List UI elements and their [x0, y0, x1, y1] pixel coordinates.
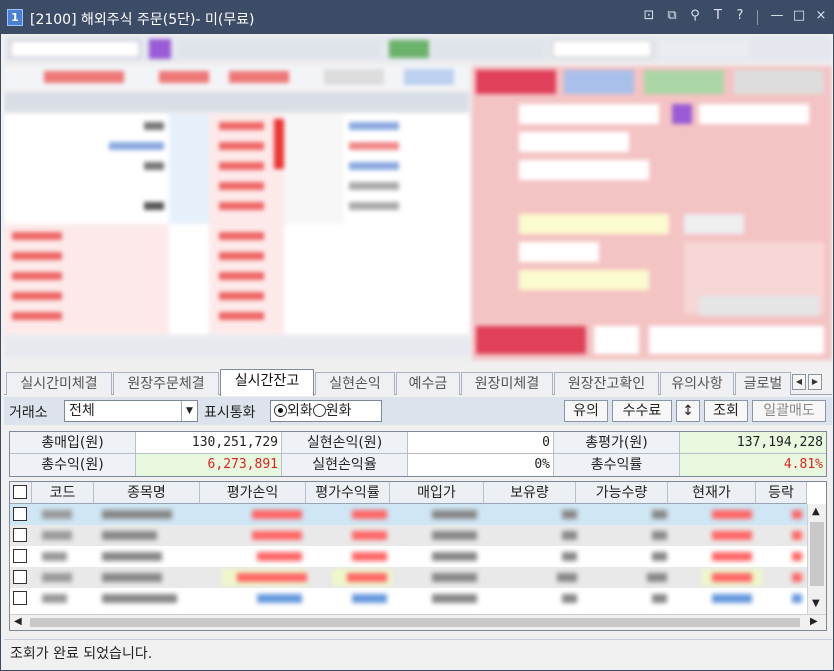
- status-message: 조회가 완료 되었습니다.: [10, 646, 153, 662]
- maximize-icon[interactable]: □: [791, 8, 807, 23]
- total-buy-label: 총매입(원): [10, 432, 136, 454]
- tab-bar: 실시간미체결 원장주문체결 실시간잔고 실현손익 예수금 원장미체결 원장잔고확…: [4, 369, 832, 396]
- title-bar: 1 [2100] 해외주식 주문(5단)- 미(무료) ⊡ ⧉ ⚲ T ? — …: [1, 1, 833, 34]
- tab-notes[interactable]: 유의사항: [660, 372, 734, 395]
- close-icon[interactable]: ×: [813, 8, 829, 23]
- tab-ledger-balance-check[interactable]: 원장잔고확인: [554, 372, 659, 395]
- row-checkbox-icon[interactable]: [13, 507, 27, 521]
- table-row[interactable]: [10, 546, 807, 567]
- filter-toolbar: 거래소 전체 ▼ 표시통화 외화 원화 유의 수수료 ↕ 조회 일괄매도: [4, 397, 832, 425]
- copy-window-icon[interactable]: ⧉: [664, 8, 680, 23]
- table-row[interactable]: [10, 567, 807, 588]
- scroll-thumb[interactable]: [810, 522, 824, 586]
- total-eval-label: 총평가(원): [554, 432, 680, 454]
- total-profit-label: 총수익(원): [10, 454, 136, 476]
- table-row[interactable]: [10, 588, 807, 609]
- query-button[interactable]: 조회: [704, 400, 748, 422]
- app-window: 1 [2100] 해외주식 주문(5단)- 미(무료) ⊡ ⧉ ⚲ T ? — …: [0, 0, 834, 671]
- row-checkbox-icon[interactable]: [13, 528, 27, 542]
- order-book-area-blurred: [4, 34, 832, 364]
- col-change[interactable]: 등락: [756, 482, 807, 504]
- radio-won-label[interactable]: 원화: [326, 403, 352, 419]
- holdings-grid: 코드 종목명 평가손익 평가수익률 매입가 보유량 가능수량 현재가 등락 ▲ …: [9, 481, 827, 631]
- col-name[interactable]: 종목명: [94, 482, 200, 504]
- total-eval-value: 137,194,228: [680, 432, 826, 454]
- radio-foreign-label[interactable]: 외화: [287, 403, 313, 419]
- realized-pl-label: 실현손익(원): [282, 432, 408, 454]
- font-size-icon[interactable]: T: [710, 8, 726, 23]
- scroll-down-icon[interactable]: ▼: [812, 598, 820, 609]
- tab-scroll-right-icon[interactable]: ▶: [808, 374, 822, 390]
- col-available-qty[interactable]: 가능수량: [576, 482, 668, 504]
- tab-global[interactable]: 글로벌: [735, 372, 791, 395]
- minimize-icon[interactable]: —: [769, 8, 785, 23]
- vertical-scrollbar[interactable]: ▲ ▼: [807, 504, 826, 614]
- tab-ledger-unfilled[interactable]: 원장미체결: [461, 372, 553, 395]
- col-holding-qty[interactable]: 보유량: [484, 482, 576, 504]
- status-bar: 조회가 완료 되었습니다.: [4, 639, 832, 669]
- tab-scroll-left-icon[interactable]: ◀: [792, 374, 806, 390]
- col-eval-pl[interactable]: 평가손익: [200, 482, 306, 504]
- total-profit-value: 6,273,891: [136, 454, 282, 476]
- sell-all-button[interactable]: 일괄매도: [752, 400, 826, 422]
- currency-label: 표시통화: [204, 405, 256, 421]
- realized-rate-value: 0%: [408, 454, 554, 476]
- select-all-checkbox-icon[interactable]: [13, 485, 27, 499]
- window-title: [2100] 해외주식 주문(5단)- 미(무료): [30, 12, 255, 28]
- realized-rate-label: 실현손익율: [282, 454, 408, 476]
- radio-foreign-icon[interactable]: [274, 404, 287, 417]
- sort-button[interactable]: ↕: [676, 400, 700, 422]
- row-checkbox-icon[interactable]: [13, 591, 27, 605]
- fee-button[interactable]: 수수료: [612, 400, 672, 422]
- total-buy-value: 130,251,729: [136, 432, 282, 454]
- tab-realtime-unfilled[interactable]: 실시간미체결: [6, 372, 112, 395]
- total-rate-label: 총수익률: [554, 454, 680, 476]
- col-eval-rate[interactable]: 평가수익률: [306, 482, 390, 504]
- pin-icon[interactable]: ⚲: [687, 8, 703, 23]
- col-current-price[interactable]: 현재가: [668, 482, 756, 504]
- currency-radio-group: 외화 원화: [270, 400, 382, 422]
- radio-won-icon[interactable]: [312, 404, 326, 417]
- realized-pl-value: 0: [408, 432, 554, 454]
- title-divider: [757, 10, 758, 25]
- caution-button[interactable]: 유의: [564, 400, 608, 422]
- row-checkbox-icon[interactable]: [13, 570, 27, 584]
- scroll-right-icon[interactable]: ▶: [810, 616, 818, 627]
- tab-realized-pl[interactable]: 실현손익: [315, 372, 395, 395]
- total-rate-value: 4.81%: [680, 454, 826, 476]
- help-icon[interactable]: ?: [732, 8, 748, 23]
- horizontal-scrollbar[interactable]: ◀ ▶: [10, 614, 826, 630]
- exchange-value: 전체: [69, 403, 95, 419]
- table-row[interactable]: [10, 525, 807, 546]
- dock-icon[interactable]: ⊡: [641, 8, 657, 23]
- balance-summary: 총매입(원) 130,251,729 실현손익(원) 0 총평가(원) 137,…: [9, 431, 827, 477]
- exchange-select[interactable]: 전체 ▼: [64, 400, 198, 422]
- exchange-label: 거래소: [9, 405, 48, 421]
- col-buy-price[interactable]: 매입가: [390, 482, 484, 504]
- tab-ledger-order-fill[interactable]: 원장주문체결: [113, 372, 219, 395]
- col-code[interactable]: 코드: [32, 482, 94, 504]
- select-all-header: [10, 482, 32, 504]
- tab-deposit[interactable]: 예수금: [396, 372, 460, 395]
- scroll-up-icon[interactable]: ▲: [812, 506, 820, 517]
- table-row[interactable]: [10, 504, 807, 525]
- row-checkbox-icon[interactable]: [13, 549, 27, 563]
- tab-realtime-balance[interactable]: 실시간잔고: [220, 369, 314, 396]
- dropdown-arrow-icon[interactable]: ▼: [181, 401, 197, 421]
- hscroll-thumb[interactable]: [30, 618, 800, 627]
- window-number-icon: 1: [7, 9, 23, 26]
- scroll-left-icon[interactable]: ◀: [14, 616, 22, 627]
